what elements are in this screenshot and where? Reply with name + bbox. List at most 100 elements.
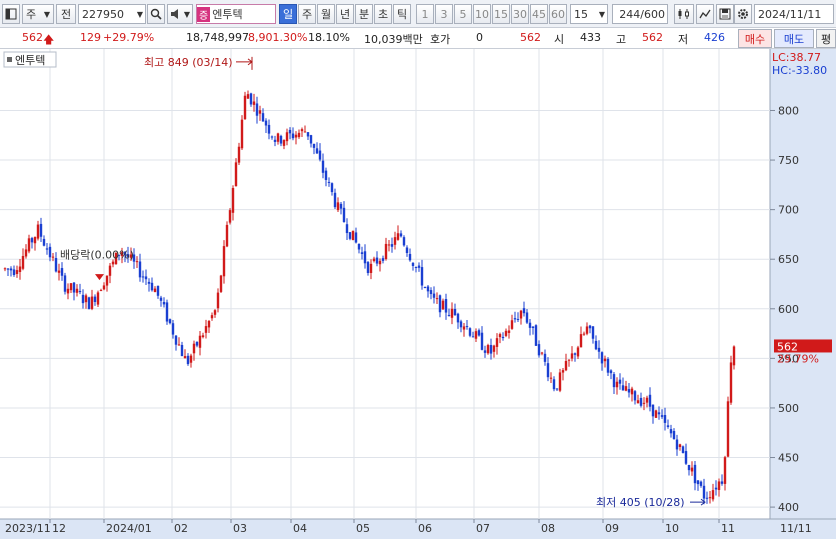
tab-number-60[interactable]: 60 <box>549 4 567 24</box>
candle-body <box>417 265 421 268</box>
candle-body <box>687 464 691 471</box>
candle-body <box>624 386 628 391</box>
candle-body <box>594 340 598 350</box>
tab-period-0[interactable]: 일 <box>279 4 297 24</box>
count-field[interactable]: 244 /600 <box>612 4 668 24</box>
candle-body <box>537 344 541 356</box>
buy-label: 매수 <box>744 32 766 46</box>
candle-body <box>474 331 478 339</box>
tab-label: 초 <box>377 8 389 21</box>
candle-body <box>60 268 64 276</box>
candle-body <box>222 246 226 277</box>
candle-body <box>384 243 388 259</box>
x-tick-label: 12 <box>52 522 66 535</box>
candle-body <box>96 292 100 305</box>
candle-body <box>672 430 676 440</box>
candle-body <box>213 310 217 315</box>
candle-body <box>369 263 373 273</box>
candle-type-icon[interactable] <box>674 4 694 24</box>
tab-number-45[interactable]: 45 <box>530 4 548 24</box>
candle-body <box>420 267 424 286</box>
candle-body <box>288 129 292 134</box>
current-price: 562 <box>22 31 43 44</box>
gear-icon[interactable] <box>734 4 752 24</box>
candle-body <box>351 230 355 241</box>
interval-select[interactable]: 15 ▼ <box>570 4 608 24</box>
eval-button[interactable]: 평 <box>816 29 836 48</box>
tab-number-30[interactable]: 30 <box>511 4 529 24</box>
candle-body <box>723 457 727 484</box>
turnover: 18.10% <box>308 31 350 44</box>
candle-body <box>579 334 583 348</box>
candle-body <box>591 326 595 339</box>
buy-button[interactable]: 매수 <box>738 29 772 48</box>
price-chart[interactable]: 400450500550600650700750800 2023/11 12 202… <box>0 49 836 539</box>
high-value: 562 <box>642 31 663 44</box>
sell-button[interactable]: 매도 <box>774 29 814 48</box>
candle-body <box>72 282 76 293</box>
candle-body <box>237 146 241 163</box>
candle-body <box>615 381 619 388</box>
candle-body <box>654 410 658 418</box>
candle-body <box>405 247 409 254</box>
candle-body <box>612 374 616 388</box>
candle-body <box>465 326 469 328</box>
stock-name-field[interactable]: 증 엔투텍 <box>196 4 276 24</box>
candle-body <box>411 262 415 266</box>
tab-period-6[interactable]: 틱 <box>393 4 411 24</box>
candle-body <box>150 282 154 291</box>
stock-code-input[interactable]: 227950 ▼ <box>78 4 146 24</box>
candle-body <box>18 266 22 273</box>
x-tick-label: 07 <box>476 522 490 535</box>
candle-body <box>528 322 532 328</box>
market-select[interactable]: 주 ▼ <box>22 4 54 24</box>
candle-body <box>66 288 70 294</box>
candle-body <box>45 248 49 250</box>
window-icon[interactable] <box>2 4 20 24</box>
count-display: 244 <box>619 7 641 21</box>
count-max: /600 <box>640 7 665 21</box>
x-tick-label: 2024/01 <box>106 522 152 535</box>
draw-tool-icon[interactable] <box>696 4 714 24</box>
low-value: 426 <box>704 31 725 44</box>
candle-body <box>48 246 52 258</box>
date-field[interactable]: 2024/11/11 <box>754 4 834 24</box>
candle-body <box>372 258 376 262</box>
save-icon[interactable] <box>716 4 734 24</box>
tab-period-2[interactable]: 월 <box>317 4 335 24</box>
tab-period-5[interactable]: 초 <box>374 4 392 24</box>
candle-body <box>633 391 637 401</box>
hoga-price: 562 <box>520 31 541 44</box>
tab-period-3[interactable]: 년 <box>336 4 354 24</box>
candle-body <box>258 110 262 114</box>
candle-body <box>711 490 715 500</box>
candle-body <box>576 347 580 357</box>
tab-number-1[interactable]: 1 <box>416 4 434 24</box>
x-tick-label: 05 <box>356 522 370 535</box>
candle-body <box>582 333 586 335</box>
candle-body <box>255 103 259 116</box>
tab-number-15[interactable]: 15 <box>492 4 510 24</box>
tab-number-10[interactable]: 10 <box>473 4 491 24</box>
candle-body <box>519 310 523 319</box>
candle-body <box>39 223 43 237</box>
tab-label: 틱 <box>396 8 408 21</box>
open-label: 시 <box>554 33 565 46</box>
candle-body <box>477 330 481 336</box>
candle-body <box>105 275 109 286</box>
tab-period-1[interactable]: 주 <box>298 4 316 24</box>
tab-number-5[interactable]: 5 <box>454 4 472 24</box>
candle-body <box>570 353 574 359</box>
candle-body <box>21 255 25 269</box>
tab-number-3[interactable]: 3 <box>435 4 453 24</box>
candle-body <box>573 353 577 355</box>
y-tick-label: 800 <box>778 104 799 117</box>
candle-body <box>636 400 640 404</box>
price-change-pct: +29.79% <box>103 31 155 44</box>
period-button[interactable]: 전 <box>56 4 76 24</box>
speaker-icon[interactable]: ▼ <box>167 4 193 24</box>
open-value: 433 <box>580 31 601 44</box>
tab-period-4[interactable]: 분 <box>355 4 373 24</box>
search-icon[interactable] <box>147 4 165 24</box>
candle-body <box>339 203 343 209</box>
